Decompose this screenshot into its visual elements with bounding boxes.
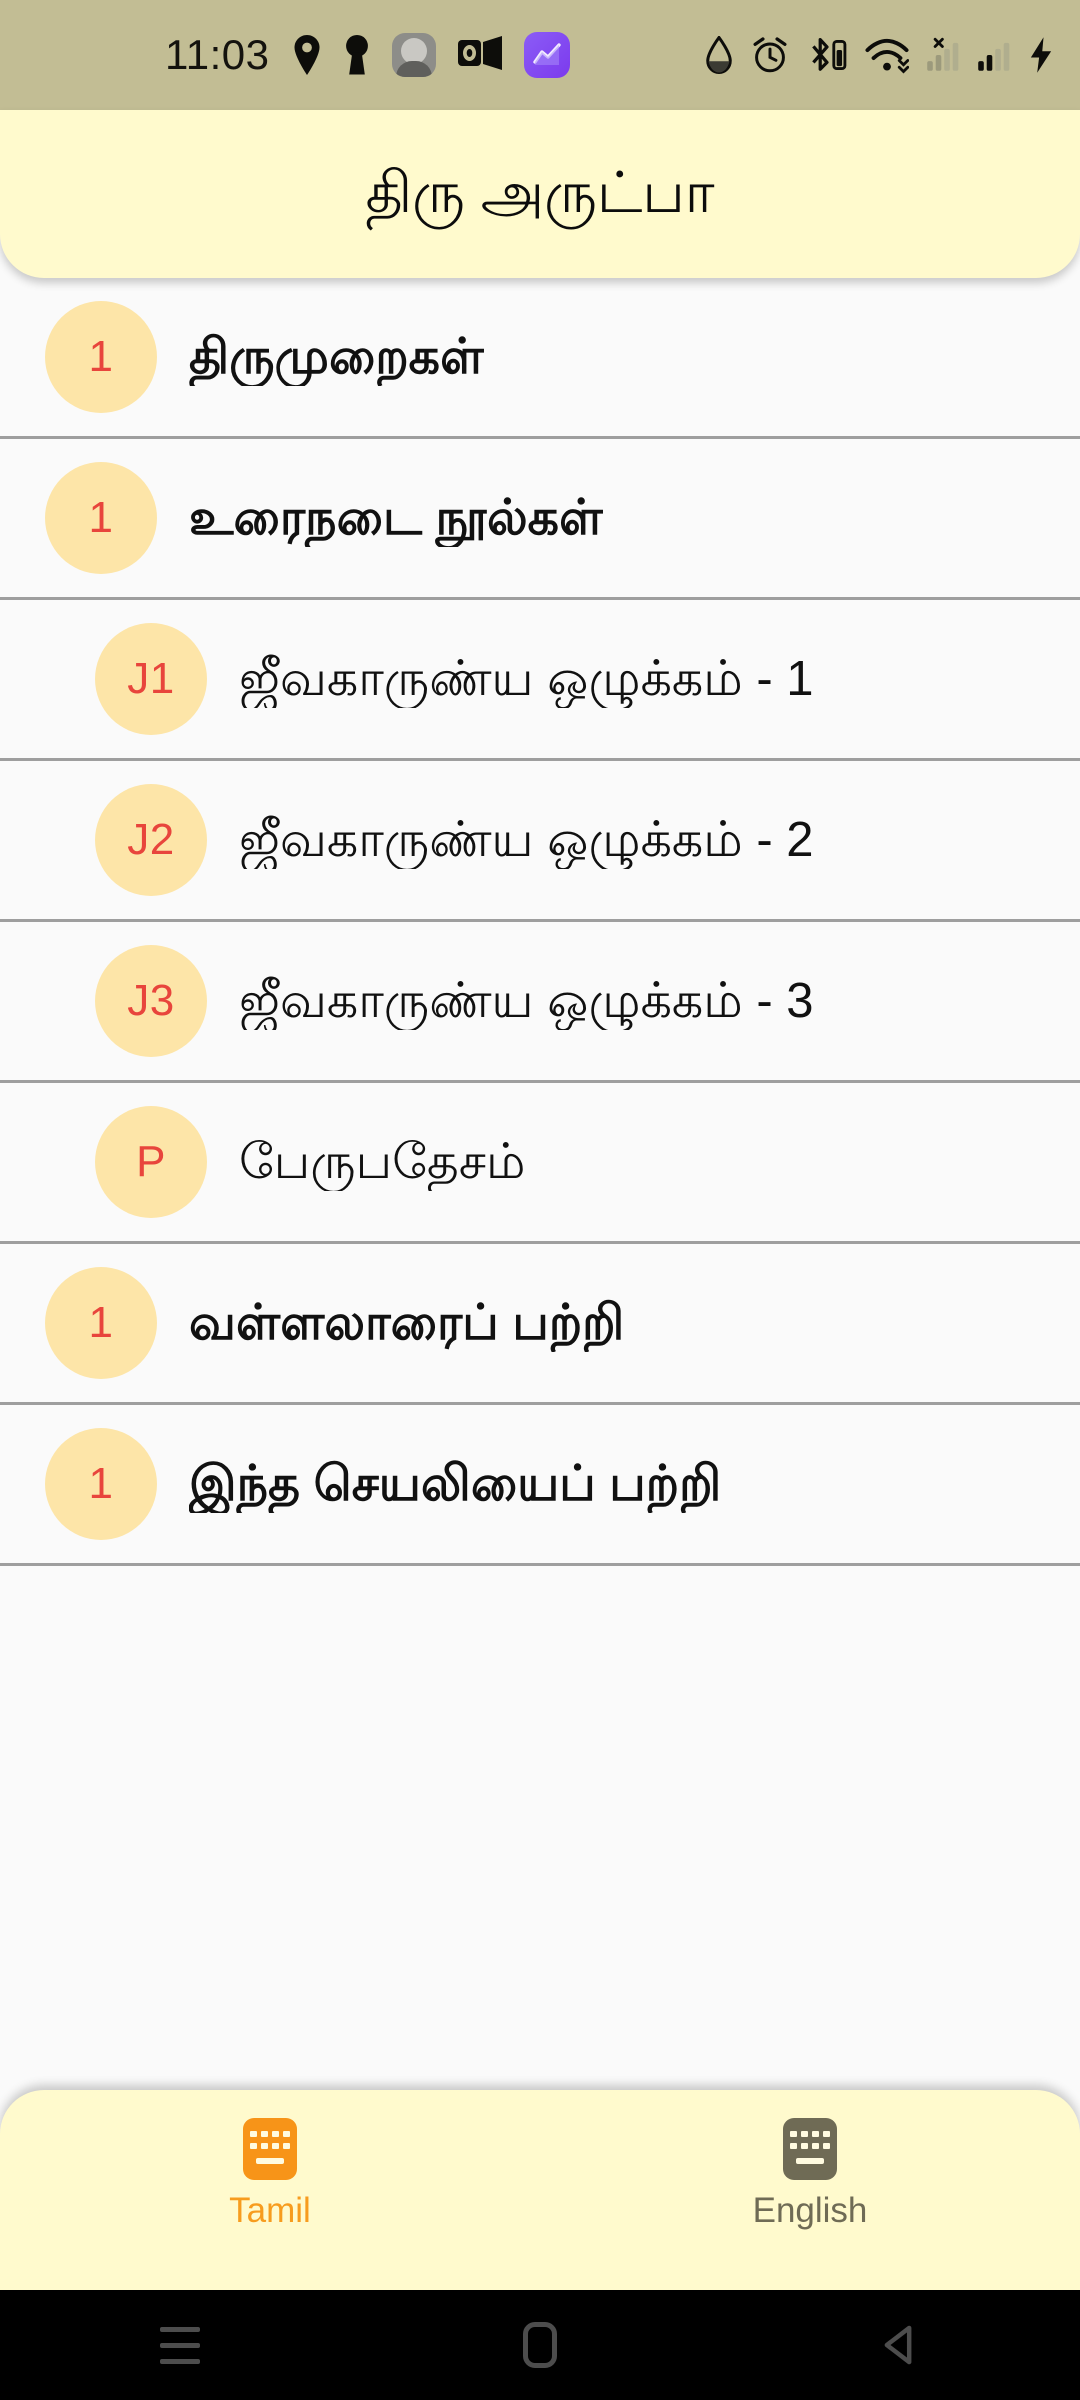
content-list[interactable]: 1 திருமுறைகள் 1 உரைநடை நூல்கள் J1 ஜீவகாருண்ய … (0, 278, 1080, 2078)
list-item-badge: J1 (95, 623, 207, 735)
list-item-label: திருமுறைகள் (189, 329, 485, 384)
home-button[interactable] (360, 2322, 720, 2368)
bottom-nav-label-english: English (752, 2191, 868, 2230)
back-icon (884, 2325, 912, 2365)
status-bar-right (704, 35, 1054, 75)
status-bar-clock: 11:03 (165, 31, 270, 78)
list-item[interactable]: J2 ஜீவகாருண்ய ஒழுக்கம் - 2 (0, 761, 1080, 922)
list-item-label: ஜீவகாருண்ய ஒழுக்கம் - 1 (239, 651, 814, 706)
keyboard-icon (783, 2118, 837, 2180)
list-item-label: பேருபதேசம் (239, 1134, 526, 1189)
wifi-icon (865, 38, 909, 74)
chart-app-icon (523, 32, 570, 78)
profile-avatar-icon (391, 33, 436, 77)
list-item-badge: P (95, 1106, 207, 1218)
bottom-nav-item-english[interactable]: English (540, 2090, 1080, 2228)
list-item-label: வள்ளலாரைப் பற்றி (189, 1295, 625, 1350)
list-item[interactable]: J3 ஜீவகாருண்ய ஒழுக்கம் - 3 (0, 922, 1080, 1083)
bluetooth-battery-icon (812, 37, 847, 71)
list-item[interactable]: 1 இந்த செயலியைப் பற்றி (0, 1405, 1080, 1566)
home-icon (523, 2322, 557, 2368)
list-item[interactable]: J1 ஜீவகாருண்ய ஒழுக்கம் - 1 (0, 600, 1080, 761)
app-header: திரு அருட்பா (0, 110, 1080, 278)
status-bar-left: 11:03 (165, 32, 570, 78)
list-item[interactable]: 1 வள்ளலாரைப் பற்றி (0, 1244, 1080, 1405)
outlook-icon (457, 36, 502, 70)
list-item-badge: J2 (95, 784, 207, 896)
recents-icon (160, 2326, 200, 2364)
page-title: திரு அருட்பா (365, 161, 715, 226)
signal-no-service-icon (927, 37, 959, 71)
keyhole-vpn-icon (345, 34, 368, 75)
system-navigation-bar (0, 2290, 1080, 2400)
signal-bars-icon (978, 42, 1010, 71)
list-item-badge: 1 (45, 1267, 157, 1379)
list-item-label: ஜீவகாருண்ய ஒழுக்கம் - 3 (239, 973, 814, 1028)
bottom-nav-item-tamil[interactable]: Tamil (0, 2090, 540, 2228)
recents-button[interactable] (0, 2326, 360, 2364)
list-item-badge: 1 (45, 462, 157, 574)
list-item-badge: 1 (45, 301, 157, 413)
location-pin-icon (294, 35, 319, 75)
list-item-badge: 1 (45, 1428, 157, 1540)
bottom-nav-label-tamil: Tamil (229, 2191, 311, 2230)
keyboard-icon (243, 2118, 297, 2180)
status-bar: 11:03 (0, 0, 1080, 110)
list-item-label: ஜீவகாருண்ய ஒழுக்கம் - 2 (239, 812, 814, 867)
bottom-navigation: Tamil English (0, 2090, 1080, 2290)
water-drop-icon (706, 36, 732, 74)
list-item-badge: J3 (95, 945, 207, 1057)
list-item[interactable]: 1 திருமுறைகள் (0, 278, 1080, 439)
back-button[interactable] (720, 2324, 1080, 2366)
list-item-label: உரைநடை நூல்கள் (189, 490, 604, 545)
alarm-clock-icon (753, 37, 787, 73)
list-item[interactable]: 1 உரைநடை நூல்கள் (0, 439, 1080, 600)
list-item-label: இந்த செயலியைப் பற்றி (189, 1456, 722, 1511)
phone-screen: 11:03 திரு அருட்பா 1 திருமுறைகள் 1 உரைநட… (0, 0, 1080, 2400)
charging-bolt-icon (1030, 37, 1052, 73)
list-item[interactable]: P பேருபதேசம் (0, 1083, 1080, 1244)
